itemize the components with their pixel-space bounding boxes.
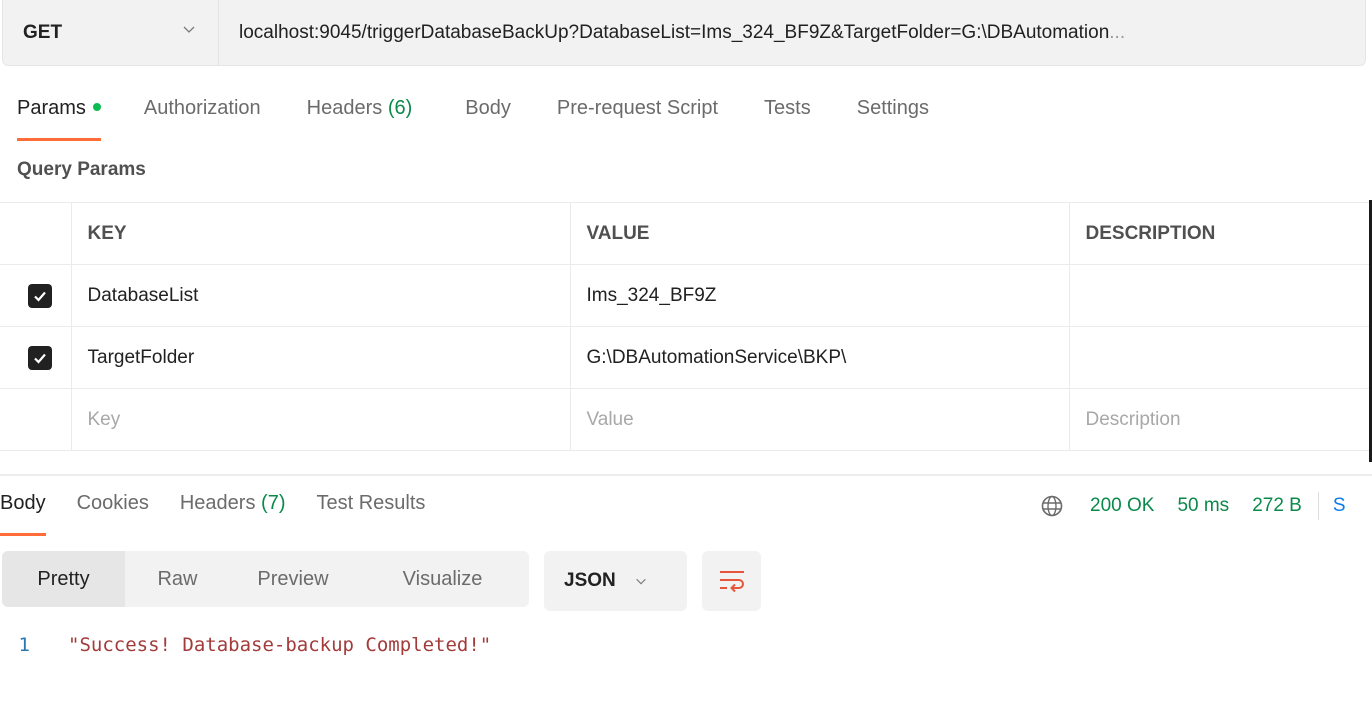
tab-label: Authorization xyxy=(143,97,261,119)
response-tab-test-results[interactable]: Test Results xyxy=(316,492,425,536)
chevron-down-icon xyxy=(183,26,195,33)
row-checkbox[interactable] xyxy=(28,283,52,308)
view-mode-raw[interactable]: Raw xyxy=(125,551,230,607)
column-header-key: KEY xyxy=(71,202,571,265)
tab-settings[interactable]: Settings xyxy=(857,97,929,141)
meta-separator xyxy=(1317,492,1319,520)
response-meta: 200 OK 50 ms 272 B S xyxy=(1040,492,1346,520)
param-value[interactable]: Ims_324_BF9Z xyxy=(570,264,1070,327)
value-placeholder-input[interactable]: Value xyxy=(570,388,1070,451)
row-checkbox[interactable] xyxy=(28,345,52,370)
tab-label: Test Results xyxy=(316,492,426,514)
tab-pre-request-script[interactable]: Pre-request Script xyxy=(557,97,718,141)
request-tabs: Params Authorization Headers (6) Body Pr… xyxy=(17,97,929,141)
checkbox-column-header xyxy=(0,202,72,265)
line-number: 1 xyxy=(18,634,30,656)
url-ellipsis: ... xyxy=(1109,21,1126,43)
params-active-dot xyxy=(92,102,101,111)
response-divider xyxy=(0,474,1372,476)
query-params-title: Query Params xyxy=(17,159,146,180)
response-tabs: Body Cookies Headers (7) Test Results xyxy=(0,492,425,536)
url-input[interactable]: localhost:9045/triggerDatabaseBackUp?Dat… xyxy=(219,22,1319,44)
param-key[interactable]: TargetFolder xyxy=(71,326,571,389)
tab-label: Settings xyxy=(856,97,929,119)
url-value: localhost:9045/triggerDatabaseBackUp?Dat… xyxy=(239,21,1110,43)
description-placeholder-input[interactable]: Description xyxy=(1069,388,1372,451)
wrap-lines-icon xyxy=(719,571,744,593)
response-body-code: 1 "Success! Database-backup Completed!" xyxy=(0,634,492,656)
param-description[interactable] xyxy=(1069,264,1372,327)
tab-label: Body xyxy=(465,97,511,119)
response-tab-body[interactable]: Body xyxy=(0,492,46,536)
tab-label: Body xyxy=(0,492,46,514)
param-value[interactable]: G:\DBAutomationService\BKP\ xyxy=(570,326,1070,389)
response-size[interactable]: 272 B xyxy=(1252,495,1302,517)
column-header-description: DESCRIPTION xyxy=(1069,202,1372,265)
tab-headers[interactable]: Headers (6) xyxy=(307,97,413,141)
status-code[interactable]: 200 OK xyxy=(1090,495,1154,517)
request-url-bar: GET localhost:9045/triggerDatabaseBackUp… xyxy=(2,0,1366,66)
response-tab-headers[interactable]: Headers (7) xyxy=(180,492,286,536)
param-key[interactable]: DatabaseList xyxy=(71,264,571,327)
view-mode-visualize[interactable]: Visualize xyxy=(356,551,529,607)
chevron-down-icon xyxy=(635,578,646,585)
response-time[interactable]: 50 ms xyxy=(1177,495,1229,517)
tab-label: Pre-request Script xyxy=(556,97,719,119)
row-checkbox-cell xyxy=(0,388,72,451)
query-params-table: KEY VALUE DESCRIPTION DatabaseList Ims_3… xyxy=(0,202,1372,451)
row-checkbox-cell xyxy=(0,264,72,327)
table-row-empty: Key Value Description xyxy=(0,388,1372,451)
tab-tests[interactable]: Tests xyxy=(764,97,811,141)
column-header-value: VALUE xyxy=(570,202,1070,265)
view-mode-preview[interactable]: Preview xyxy=(230,551,356,607)
tab-label: Headers xyxy=(306,97,383,119)
format-select[interactable]: JSON xyxy=(544,551,687,611)
view-mode-pretty[interactable]: Pretty xyxy=(2,551,125,607)
tab-body[interactable]: Body xyxy=(465,97,511,141)
check-icon xyxy=(34,291,46,302)
headers-count: (7) xyxy=(261,492,286,514)
code-line-string: "Success! Database-backup Completed!" xyxy=(68,634,492,656)
view-mode-segmented: Pretty Raw Preview Visualize xyxy=(2,551,529,607)
response-tab-cookies[interactable]: Cookies xyxy=(77,492,149,536)
headers-count: (6) xyxy=(387,97,413,119)
check-icon xyxy=(34,353,46,364)
tab-label: Cookies xyxy=(76,492,149,514)
format-label: JSON xyxy=(564,570,616,591)
globe-icon[interactable] xyxy=(1040,494,1064,518)
table-header-row: KEY VALUE DESCRIPTION xyxy=(0,202,1372,265)
save-response-button[interactable]: S xyxy=(1333,495,1346,517)
tab-authorization[interactable]: Authorization xyxy=(144,97,261,141)
method-label: GET xyxy=(23,21,63,43)
tab-label: Params xyxy=(17,97,86,119)
param-description[interactable] xyxy=(1069,326,1372,389)
wrap-lines-button[interactable] xyxy=(702,551,761,611)
tab-label: Headers xyxy=(179,492,256,514)
row-checkbox-cell xyxy=(0,326,72,389)
key-placeholder-input[interactable]: Key xyxy=(71,388,571,451)
table-row: DatabaseList Ims_324_BF9Z xyxy=(0,264,1372,327)
tab-params[interactable]: Params xyxy=(17,97,101,141)
tab-label: Tests xyxy=(764,97,811,119)
method-select[interactable]: GET xyxy=(3,0,219,65)
table-row: TargetFolder G:\DBAutomationService\BKP\ xyxy=(0,326,1372,389)
